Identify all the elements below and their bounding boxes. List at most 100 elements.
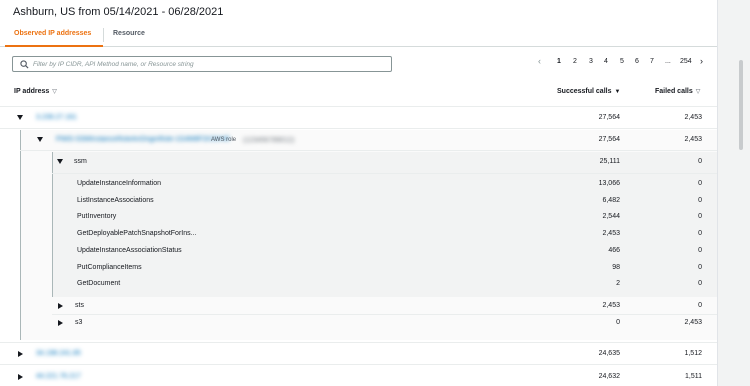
sort-icon: ▽ bbox=[695, 89, 701, 95]
failed-calls-value: 0 bbox=[698, 302, 702, 309]
table-row-method: ListInstanceAssociations 6,482 0 bbox=[0, 193, 717, 210]
service-name: ssm bbox=[74, 158, 87, 165]
page-4[interactable]: 4 bbox=[604, 58, 608, 65]
table-row-method: GetDeployablePatchSnapshotForIns... 2,45… bbox=[0, 226, 717, 243]
failed-calls-value: 0 bbox=[698, 213, 702, 220]
ip-address-link[interactable]: 44.221.76.217 bbox=[36, 373, 81, 380]
row-divider bbox=[20, 150, 717, 151]
table-row-method: GetDocument 2 0 bbox=[0, 276, 717, 293]
column-label-failed: Failed calls bbox=[655, 88, 693, 95]
ip-activity-panel: Ashburn, US from 05/14/2021 - 06/28/2021… bbox=[0, 0, 718, 386]
api-method-name: PutInventory bbox=[77, 213, 117, 220]
tab-resource[interactable]: Resource bbox=[113, 30, 145, 37]
page-title: Ashburn, US from 05/14/2021 - 06/28/2021 bbox=[13, 6, 224, 18]
next-page-button[interactable]: › bbox=[700, 56, 703, 66]
table-row-method: PutInventory 2,544 0 bbox=[0, 209, 717, 226]
successful-calls-value: 2,453 bbox=[602, 230, 620, 237]
successful-calls-value: 0 bbox=[616, 319, 620, 326]
page-3[interactable]: 3 bbox=[589, 58, 593, 65]
search-icon bbox=[20, 60, 29, 69]
successful-calls-value: 2,453 bbox=[602, 302, 620, 309]
ip-address-link[interactable]: 34.198.241.85 bbox=[36, 350, 81, 357]
filter-field[interactable] bbox=[12, 56, 392, 72]
failed-calls-value: 0 bbox=[698, 247, 702, 254]
api-method-name: UpdateInstanceInformation bbox=[77, 180, 162, 187]
column-header-successful-calls[interactable]: Successful calls ▼ bbox=[557, 88, 620, 95]
expand-icon[interactable] bbox=[58, 303, 63, 309]
failed-calls-value: 0 bbox=[698, 280, 702, 287]
service-name: s3 bbox=[75, 319, 83, 326]
successful-calls-value: 2,544 bbox=[602, 213, 620, 220]
expand-icon[interactable] bbox=[18, 351, 23, 357]
pagination-ellipsis: ... bbox=[665, 58, 671, 65]
successful-calls-value: 98 bbox=[612, 264, 620, 271]
table-row-service-ssm[interactable]: ssm 25,111 0 bbox=[0, 154, 717, 171]
failed-calls-value: 0 bbox=[698, 180, 702, 187]
successful-calls-value: 466 bbox=[608, 247, 620, 254]
api-method-name: ListInstanceAssociations bbox=[77, 197, 154, 204]
failed-calls-value: 2,453 bbox=[684, 136, 702, 143]
successful-calls-value: 6,482 bbox=[602, 197, 620, 204]
page-1[interactable]: 1 bbox=[557, 58, 561, 65]
tab-divider bbox=[103, 28, 104, 42]
service-name: sts bbox=[75, 302, 84, 309]
page-5[interactable]: 5 bbox=[620, 58, 624, 65]
collapse-icon[interactable] bbox=[17, 115, 23, 120]
page-scrollbar[interactable] bbox=[738, 0, 744, 386]
column-header-failed-calls[interactable]: Failed calls ▽ bbox=[655, 88, 700, 95]
api-method-name: PutComplianceItems bbox=[77, 264, 142, 271]
api-method-name: GetDeployablePatchSnapshotForIns... bbox=[77, 230, 197, 237]
table-row-role[interactable]: PIMS-SSMInstanceRoleAnOriginRole-1G4M8F3… bbox=[0, 132, 717, 149]
scrollbar-thumb[interactable] bbox=[739, 60, 743, 150]
failed-calls-value: 0 bbox=[698, 197, 702, 204]
account-id-label: (123456789012) bbox=[243, 137, 295, 144]
successful-calls-value: 24,632 bbox=[598, 373, 620, 380]
page-6[interactable]: 6 bbox=[635, 58, 639, 65]
table-row-method: UpdateInstanceAssociationStatus 466 0 bbox=[0, 243, 717, 260]
table-row-method: PutComplianceItems 98 0 bbox=[0, 260, 717, 277]
active-tab-indicator bbox=[5, 45, 103, 47]
row-divider bbox=[0, 364, 717, 365]
page-7[interactable]: 7 bbox=[650, 58, 654, 65]
tab-observed-ip-addresses[interactable]: Observed IP addresses bbox=[14, 30, 91, 37]
ip-address-link[interactable]: 3.239.27.161 bbox=[36, 114, 77, 121]
failed-calls-value: 0 bbox=[698, 158, 702, 165]
page-254[interactable]: 254 bbox=[680, 58, 692, 65]
row-divider bbox=[0, 342, 717, 343]
table-row-method: UpdateInstanceInformation 13,066 0 bbox=[0, 176, 717, 193]
page-2[interactable]: 2 bbox=[573, 58, 577, 65]
filter-input[interactable] bbox=[33, 58, 383, 70]
table-row-service-s3[interactable]: s3 0 2,453 bbox=[0, 315, 717, 332]
successful-calls-value: 2 bbox=[616, 280, 620, 287]
table-row-service-sts[interactable]: sts 2,453 0 bbox=[0, 298, 717, 315]
successful-calls-value: 25,111 bbox=[599, 158, 620, 165]
table-row-ip[interactable]: 3.239.27.161 27,564 2,453 bbox=[0, 110, 717, 127]
successful-calls-value: 27,564 bbox=[598, 114, 620, 121]
failed-calls-value: 2,453 bbox=[684, 319, 702, 326]
sort-icon: ▽ bbox=[52, 89, 57, 95]
column-header-ip-address[interactable]: IP address ▽ bbox=[14, 88, 57, 95]
api-method-name: UpdateInstanceAssociationStatus bbox=[77, 247, 182, 254]
successful-calls-value: 27,564 bbox=[598, 136, 620, 143]
role-name-link[interactable]: PIMS-SSMInstanceRoleAnOriginRole-1G4M8F3… bbox=[56, 136, 230, 143]
expand-icon[interactable] bbox=[58, 320, 63, 326]
header-divider bbox=[0, 106, 717, 107]
tab-bar: Observed IP addresses Resource bbox=[0, 22, 717, 47]
row-divider bbox=[52, 173, 717, 174]
collapse-icon[interactable] bbox=[37, 137, 43, 142]
table-row-ip[interactable]: 34.198.241.85 24,635 1,512 bbox=[0, 346, 717, 363]
sort-descending-icon: ▼ bbox=[614, 89, 621, 95]
failed-calls-value: 0 bbox=[698, 264, 702, 271]
column-label-successful: Successful calls bbox=[557, 88, 612, 95]
api-method-name: GetDocument bbox=[77, 280, 121, 287]
failed-calls-value: 1,511 bbox=[685, 373, 702, 380]
table-row-ip[interactable]: 44.221.76.217 24,632 1,511 bbox=[0, 369, 717, 386]
failed-calls-value: 1,512 bbox=[684, 350, 702, 357]
previous-page-button[interactable]: ‹ bbox=[538, 56, 541, 66]
row-divider bbox=[0, 128, 717, 129]
column-label-ip: IP address bbox=[14, 88, 50, 95]
collapse-icon[interactable] bbox=[57, 159, 63, 164]
failed-calls-value: 2,453 bbox=[684, 114, 702, 121]
expand-icon[interactable] bbox=[18, 374, 23, 380]
successful-calls-value: 13,066 bbox=[598, 180, 620, 187]
